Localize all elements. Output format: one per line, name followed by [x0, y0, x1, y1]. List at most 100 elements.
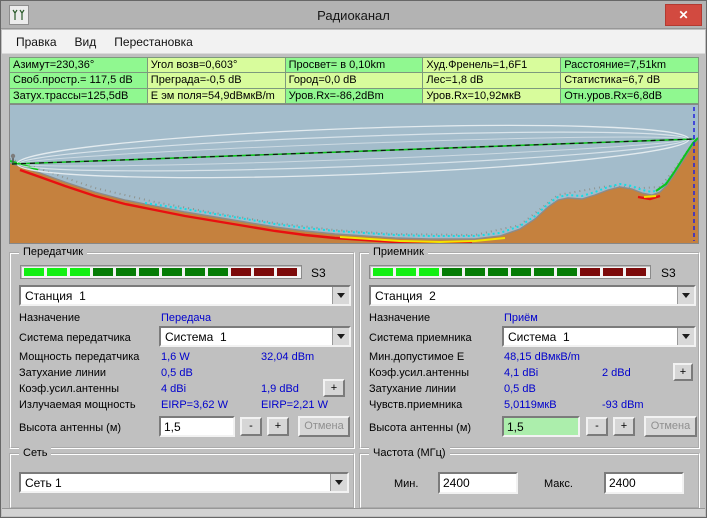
close-button[interactable]: ✕: [665, 4, 702, 26]
network-panel-title: Сеть: [19, 447, 51, 459]
chevron-down-icon: [682, 293, 690, 298]
tx-system-dropdown-button[interactable]: [332, 328, 349, 345]
frequency-panel-title: Частота (МГц): [369, 447, 450, 459]
led-segment: [162, 268, 182, 276]
led-segment: [626, 268, 646, 276]
param-cell-path-loss: Затух.трассы=125,5dB: [10, 89, 148, 104]
tx-purpose-value: Передача: [161, 312, 211, 324]
rx-antenna-height-input[interactable]: [502, 416, 580, 437]
tx-station-dropdown-button[interactable]: [332, 287, 349, 304]
led-segment: [208, 268, 228, 276]
param-cell-rx-rel: Отн.уров.Rx=6,8dB: [561, 89, 699, 104]
menu-view[interactable]: Вид: [66, 32, 106, 52]
rx-system-dropdown-button[interactable]: [677, 328, 694, 345]
tx-gain-dbi: 4 dBi: [161, 383, 186, 395]
rx-line-loss-label: Затухание линии: [369, 383, 456, 395]
radio-channel-window: Радиоканал ✕ Правка Вид Перестановка Ази…: [0, 0, 707, 518]
led-segment: [442, 268, 462, 276]
tx-system-label: Система передатчика: [19, 332, 131, 344]
led-segment: [465, 268, 485, 276]
rx-system-label: Система приемника: [369, 332, 472, 344]
titlebar: Радиоканал ✕: [1, 1, 706, 29]
tx-eirp-watts: EIRP=3,62 W: [161, 399, 228, 411]
rx-station-dropdown-button[interactable]: [677, 287, 694, 304]
frequency-max-label: Макс.: [544, 478, 573, 490]
rx-purpose-label: Назначение: [369, 312, 430, 324]
tx-power-dbm: 32,04 dBm: [261, 351, 314, 363]
tx-eirp-label: Излучаемая мощность: [19, 399, 136, 411]
network-panel: Сеть Сеть 1: [9, 453, 355, 509]
frequency-min-input[interactable]: [438, 472, 518, 494]
param-cell-rx-uv: Уров.Rx=10,92мкВ: [423, 89, 561, 104]
led-segment: [254, 268, 274, 276]
tx-height-increase-button[interactable]: +: [267, 417, 289, 436]
led-segment: [534, 268, 554, 276]
led-segment: [185, 268, 205, 276]
tx-power-label: Мощность передатчика: [19, 351, 139, 363]
tx-purpose-label: Назначение: [19, 312, 80, 324]
rx-gain-plus-button[interactable]: +: [673, 363, 693, 381]
rx-station-select[interactable]: Станция 2: [369, 285, 696, 306]
param-cell-freespace: Своб.простр.= 117,5 dB: [10, 73, 148, 88]
param-cell-obstacle: Преграда=-0,5 dB: [148, 73, 286, 88]
chevron-down-icon: [337, 334, 345, 339]
rx-system-select[interactable]: Система 1: [502, 326, 696, 347]
led-segment: [373, 268, 393, 276]
tx-cancel-button[interactable]: Отмена: [298, 416, 350, 437]
led-segment: [231, 268, 251, 276]
transmitter-panel: Передатчик S3 Станция 1 Назначение Перед…: [9, 252, 355, 449]
tx-eirp-watts-2: EIRP=2,21 W: [261, 399, 328, 411]
menu-swap[interactable]: Перестановка: [105, 32, 202, 52]
led-segment: [277, 268, 297, 276]
param-cell-forest: Лес=1,8 dB: [423, 73, 561, 88]
tx-station-select[interactable]: Станция 1: [19, 285, 351, 306]
yellow-profile-dip: [644, 196, 656, 197]
tx-height-decrease-button[interactable]: -: [240, 417, 262, 436]
rx-height-decrease-button[interactable]: -: [586, 417, 608, 436]
frequency-panel: Частота (МГц) Мин. Макс.: [359, 453, 700, 509]
rx-height-increase-button[interactable]: +: [613, 417, 635, 436]
rx-gain-dbi: 4,1 dBi: [504, 367, 538, 379]
frequency-min-label: Мин.: [394, 478, 418, 490]
rx-line-loss-value: 0,5 dB: [504, 383, 536, 395]
led-segment: [488, 268, 508, 276]
param-cell-fresnel: Худ.Френель=1,6F1: [423, 58, 561, 73]
frequency-max-input[interactable]: [604, 472, 684, 494]
led-segment: [139, 268, 159, 276]
chevron-down-icon: [682, 334, 690, 339]
chevron-down-icon: [337, 293, 345, 298]
rx-antenna-gain-label: Коэф.усил.антенны: [369, 367, 469, 379]
param-cell-statistics: Статистика=6,7 dB: [561, 73, 699, 88]
tx-power-watts: 1,6 W: [161, 351, 190, 363]
menu-bar: Правка Вид Перестановка: [2, 30, 705, 54]
menu-edit[interactable]: Правка: [7, 32, 66, 52]
param-cell-clearance: Просвет= в 0,10km: [286, 58, 424, 73]
tx-gain-plus-button[interactable]: +: [323, 379, 345, 397]
led-segment: [580, 268, 600, 276]
network-dropdown-button[interactable]: [330, 474, 347, 491]
network-select[interactable]: Сеть 1: [19, 472, 349, 493]
rx-sensitivity-label: Чувств.приемника: [369, 399, 462, 411]
tx-line-loss-label: Затухание линии: [19, 367, 106, 379]
led-segment: [511, 268, 531, 276]
led-segment: [24, 268, 44, 276]
led-segment: [47, 268, 67, 276]
rx-cancel-button[interactable]: Отмена: [644, 416, 697, 437]
tx-system-select[interactable]: Система 1: [159, 326, 351, 347]
window-title: Радиоканал: [1, 8, 706, 23]
led-segment: [396, 268, 416, 276]
chevron-down-icon: [335, 480, 343, 485]
param-cell-city: Город=0,0 dB: [286, 73, 424, 88]
rx-min-e-value: 48,15 dBмкВ/m: [504, 351, 580, 363]
rx-signal-bar: [369, 265, 651, 279]
led-segment: [70, 268, 90, 276]
tx-signal-bar: [20, 265, 302, 279]
tx-signal-level: S3: [311, 266, 326, 280]
led-segment: [116, 268, 136, 276]
param-cell-rx-dbm: Уров.Rx=-86,2dBm: [286, 89, 424, 104]
receiver-panel: Приемник S3 Станция 2 Назначение Приём С…: [359, 252, 700, 449]
tx-antenna-height-input[interactable]: [159, 416, 235, 437]
rx-min-e-label: Мин.допустимое Е: [369, 351, 464, 363]
param-cell-azimuth: Азимут=230,36°: [10, 58, 148, 73]
rx-signal-level: S3: [661, 266, 676, 280]
